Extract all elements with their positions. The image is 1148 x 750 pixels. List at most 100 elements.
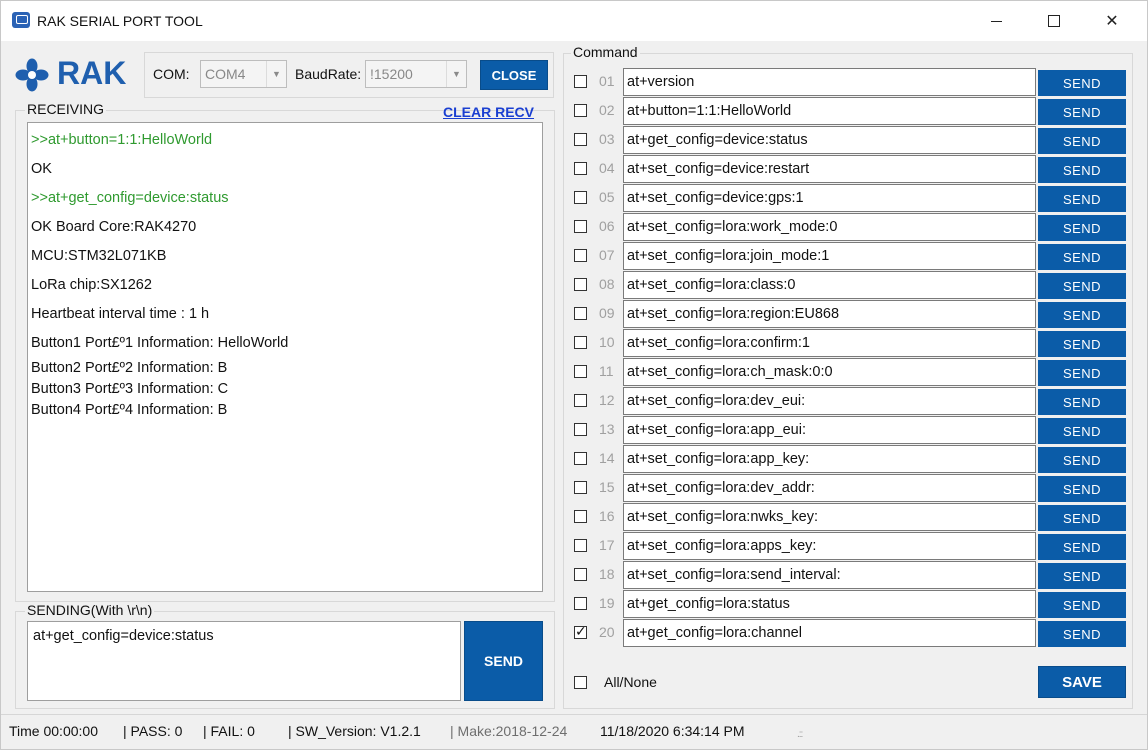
baudrate-select[interactable]: !15200 ▼: [365, 60, 467, 88]
command-send-button[interactable]: SEND: [1038, 360, 1126, 386]
command-checkbox[interactable]: [574, 394, 587, 407]
command-input[interactable]: at+set_config=lora:app_eui:: [623, 416, 1036, 444]
command-checkbox[interactable]: [574, 452, 587, 465]
rak-logo-icon: [15, 58, 49, 92]
command-input[interactable]: at+set_config=lora:confirm:1: [623, 329, 1036, 357]
rak-logo: RAK: [15, 55, 135, 92]
command-input[interactable]: at+set_config=lora:class:0: [623, 271, 1036, 299]
command-send-button[interactable]: SEND: [1038, 157, 1126, 183]
command-checkbox[interactable]: [574, 336, 587, 349]
command-send-button[interactable]: SEND: [1038, 70, 1126, 96]
command-send-button[interactable]: SEND: [1038, 418, 1126, 444]
command-checkbox[interactable]: [574, 597, 587, 610]
command-checkbox[interactable]: [574, 539, 587, 552]
command-send-button[interactable]: SEND: [1038, 302, 1126, 328]
recv-line: Button2 Port£º2 Information: B: [31, 360, 228, 376]
command-row: 03 at+get_config=device:status SEND: [573, 126, 1127, 154]
command-input[interactable]: at+get_config=device:status: [623, 126, 1036, 154]
command-send-button[interactable]: SEND: [1038, 563, 1126, 589]
command-input[interactable]: at+set_config=lora:join_mode:1: [623, 242, 1036, 270]
command-send-button[interactable]: SEND: [1038, 273, 1126, 299]
command-checkbox[interactable]: [574, 75, 587, 88]
command-input[interactable]: at+get_config=lora:status: [623, 590, 1036, 618]
command-input[interactable]: at+button=1:1:HelloWorld: [623, 97, 1036, 125]
command-send-button[interactable]: SEND: [1038, 505, 1126, 531]
command-checkbox[interactable]: [574, 133, 587, 146]
send-input[interactable]: at+get_config=device:status: [27, 621, 461, 701]
command-checkbox[interactable]: [574, 104, 587, 117]
command-row: 12 at+set_config=lora:dev_eui: SEND: [573, 387, 1127, 415]
close-port-button[interactable]: CLOSE: [480, 60, 548, 90]
minimize-button[interactable]: [967, 1, 1025, 41]
command-input[interactable]: at+set_config=lora:ch_mask:0:0: [623, 358, 1036, 386]
maximize-icon: [1048, 15, 1060, 27]
command-input[interactable]: at+get_config=lora:channel: [623, 619, 1036, 647]
command-checkbox[interactable]: [574, 220, 587, 233]
baudrate-label: BaudRate:: [295, 66, 362, 82]
command-row: 08 at+set_config=lora:class:0 SEND: [573, 271, 1127, 299]
command-row: 20 at+get_config=lora:channel SEND: [573, 619, 1127, 647]
command-send-button[interactable]: SEND: [1038, 389, 1126, 415]
send-button[interactable]: SEND: [464, 621, 543, 701]
save-button[interactable]: SAVE: [1038, 666, 1126, 698]
command-input[interactable]: at+set_config=lora:dev_addr:: [623, 474, 1036, 502]
title-bar: RAK SERIAL PORT TOOL ✕: [1, 1, 1147, 41]
resize-grip-icon[interactable]: .::: [797, 729, 813, 745]
recv-line: >>at+get_config=device:status: [31, 190, 229, 206]
command-row: 10 at+set_config=lora:confirm:1 SEND: [573, 329, 1127, 357]
command-checkbox[interactable]: [574, 481, 587, 494]
command-checkbox[interactable]: [574, 568, 587, 581]
command-row-number: 18: [599, 566, 615, 582]
command-send-button[interactable]: SEND: [1038, 476, 1126, 502]
command-checkbox[interactable]: [574, 162, 587, 175]
command-row-number: 02: [599, 102, 615, 118]
command-checkbox[interactable]: [574, 278, 587, 291]
receiving-textarea[interactable]: >>at+button=1:1:HelloWorld OK >>at+get_c…: [27, 122, 543, 592]
com-select[interactable]: COM4 ▼: [200, 60, 287, 88]
clear-recv-button[interactable]: CLEAR RECV: [443, 104, 534, 120]
command-input[interactable]: at+set_config=lora:work_mode:0: [623, 213, 1036, 241]
close-window-button[interactable]: ✕: [1083, 1, 1141, 41]
command-send-button[interactable]: SEND: [1038, 186, 1126, 212]
command-send-button[interactable]: SEND: [1038, 244, 1126, 270]
command-send-button[interactable]: SEND: [1038, 534, 1126, 560]
command-row: 07 at+set_config=lora:join_mode:1 SEND: [573, 242, 1127, 270]
recv-line: LoRa chip:SX1262: [31, 277, 152, 293]
command-send-button[interactable]: SEND: [1038, 621, 1126, 647]
command-input[interactable]: at+set_config=lora:app_key:: [623, 445, 1036, 473]
command-send-button[interactable]: SEND: [1038, 331, 1126, 357]
command-input[interactable]: at+set_config=device:restart: [623, 155, 1036, 183]
status-sw-version: | SW_Version: V1.2.1: [288, 723, 421, 739]
command-row: 04 at+set_config=device:restart SEND: [573, 155, 1127, 183]
command-input[interactable]: at+set_config=lora:nwks_key:: [623, 503, 1036, 531]
command-input[interactable]: at+set_config=lora:dev_eui:: [623, 387, 1036, 415]
command-checkbox[interactable]: [574, 365, 587, 378]
maximize-button[interactable]: [1025, 1, 1083, 41]
command-checkbox[interactable]: [574, 191, 587, 204]
command-input[interactable]: at+version: [623, 68, 1036, 96]
command-row-number: 07: [599, 247, 615, 263]
command-send-button[interactable]: SEND: [1038, 592, 1126, 618]
command-row-number: 03: [599, 131, 615, 147]
command-checkbox[interactable]: [574, 423, 587, 436]
recv-line: OK Board Core:RAK4270: [31, 219, 197, 235]
command-send-button[interactable]: SEND: [1038, 447, 1126, 473]
command-checkbox[interactable]: [574, 307, 587, 320]
command-checkbox[interactable]: [574, 249, 587, 262]
command-send-button[interactable]: SEND: [1038, 128, 1126, 154]
command-input[interactable]: at+set_config=lora:send_interval:: [623, 561, 1036, 589]
command-send-button[interactable]: SEND: [1038, 99, 1126, 125]
command-input[interactable]: at+set_config=lora:region:EU868: [623, 300, 1036, 328]
command-checkbox[interactable]: [574, 623, 587, 640]
command-row-number: 09: [599, 305, 615, 321]
all-none-checkbox[interactable]: [574, 676, 587, 689]
chevron-down-icon: ▼: [266, 61, 286, 87]
command-row: 02 at+button=1:1:HelloWorld SEND: [573, 97, 1127, 125]
command-title: Command: [571, 44, 640, 60]
command-checkbox[interactable]: [574, 510, 587, 523]
command-input[interactable]: at+set_config=device:gps:1: [623, 184, 1036, 212]
command-send-button[interactable]: SEND: [1038, 215, 1126, 241]
recv-line: OK: [31, 161, 52, 177]
command-input[interactable]: at+set_config=lora:apps_key:: [623, 532, 1036, 560]
recv-line: Button4 Port£º4 Information: B: [31, 402, 228, 418]
